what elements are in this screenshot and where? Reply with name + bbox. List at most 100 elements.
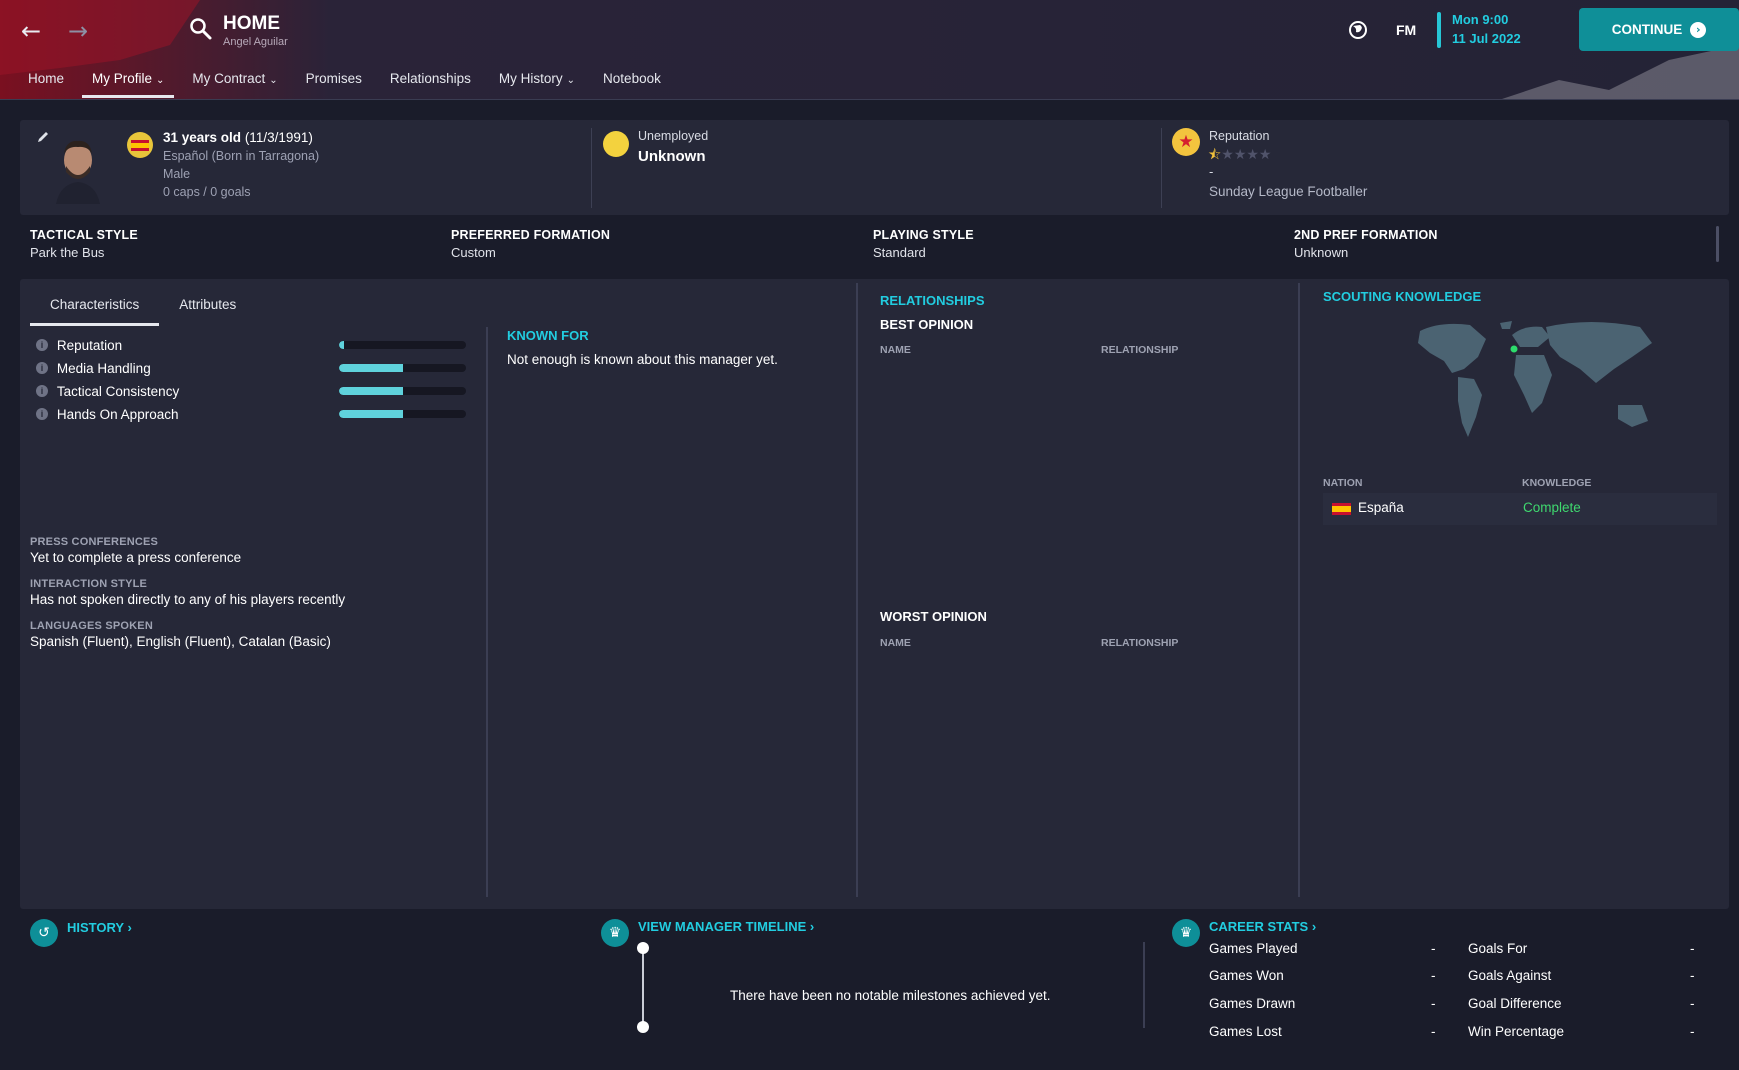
timeline-dot: [637, 942, 649, 954]
characteristic-bar: [339, 410, 466, 418]
column-knowledge: KNOWLEDGE: [1522, 477, 1592, 489]
second-pref-value: Unknown: [1294, 245, 1349, 260]
info-icon[interactable]: i: [36, 362, 48, 374]
stat-label: Games Played: [1209, 941, 1298, 956]
tab-home[interactable]: Home: [18, 66, 74, 98]
characteristic-name: Tactical Consistency: [56, 383, 180, 399]
tab-attributes[interactable]: Attributes: [159, 289, 256, 326]
info-icon[interactable]: i: [36, 408, 48, 420]
preferred-formation: PREFERRED FORMATION Custom: [451, 228, 610, 260]
nationality: Español (Born in Tarragona): [163, 149, 320, 163]
tab-my-contract[interactable]: My Contract ⌄: [182, 66, 287, 98]
stat-label: Goal Difference: [1468, 996, 1562, 1011]
forward-arrow-icon[interactable]: →: [65, 18, 91, 44]
history-label: HISTORY: [67, 920, 124, 935]
stat-label: Goals For: [1468, 941, 1528, 956]
reputation-label: Reputation: [1209, 129, 1270, 143]
chevron-down-icon: ⌄: [156, 75, 165, 86]
bar-fill: [339, 364, 403, 372]
caps-goals: 0 caps / 0 goals: [163, 185, 251, 199]
column-relationship: RELATIONSHIP: [1101, 344, 1179, 356]
manager-timeline-link[interactable]: VIEW MANAGER TIMELINE ›: [638, 919, 814, 934]
tab-characteristics[interactable]: Characteristics: [30, 289, 160, 326]
timeline-line: [642, 948, 644, 1028]
characteristic-row: i Hands On Approach: [36, 404, 466, 424]
tab-relationships[interactable]: Relationships: [380, 66, 481, 98]
star-icon: ★: [1172, 128, 1200, 156]
search-icon[interactable]: [188, 16, 214, 42]
globe-icon[interactable]: [1347, 19, 1369, 41]
reputation-level: Sunday League Footballer: [1209, 184, 1368, 199]
date-of-birth: (11/3/1991): [244, 130, 313, 145]
scrollbar[interactable]: [1716, 226, 1719, 262]
table-row[interactable]: España Complete: [1323, 493, 1717, 525]
stat-label: Goals Against: [1468, 968, 1552, 983]
characteristic-row: i Tactical Consistency: [36, 381, 466, 401]
press-conferences-value: Yet to complete a press conference: [30, 550, 242, 565]
relationships-title: RELATIONSHIPS: [880, 293, 985, 308]
career-stats-link[interactable]: CAREER STATS ›: [1209, 919, 1316, 934]
timeline-dot: [637, 1021, 649, 1033]
chevron-down-icon: ⌄: [566, 75, 576, 86]
chevron-down-icon: ⌄: [269, 75, 278, 86]
playing-style: PLAYING STYLE Standard: [873, 228, 974, 260]
second-pref-formation: 2ND PREF FORMATION Unknown: [1294, 228, 1438, 260]
stat-value: -: [1690, 1024, 1695, 1039]
history-link[interactable]: HISTORY ›: [67, 920, 132, 935]
nation-name: España: [1358, 500, 1404, 515]
preferred-formation-heading: PREFERRED FORMATION: [451, 228, 611, 242]
stat-value: -: [1431, 996, 1436, 1011]
divider: [1298, 283, 1300, 897]
characteristic-bar: [339, 387, 466, 395]
back-arrow-icon[interactable]: ←: [18, 18, 44, 44]
trophy-icon: ♛: [601, 919, 629, 947]
fm-logo[interactable]: FM: [1396, 22, 1416, 38]
tactical-style-heading: TACTICAL STYLE: [30, 228, 138, 242]
trophy-icon: ♛: [1172, 919, 1200, 947]
sub-tabs: Characteristics Attributes: [30, 289, 256, 326]
page-subtitle: Angel Aguilar: [223, 36, 288, 48]
tab-my-history[interactable]: My History ⌄: [489, 66, 585, 98]
age-dob: 31 years old (11/3/1991): [163, 130, 313, 145]
tab-promises[interactable]: Promises: [296, 66, 372, 98]
game-time: Mon 9:00: [1452, 12, 1509, 27]
status-icon: [603, 131, 629, 157]
continue-button[interactable]: CONTINUE ›: [1579, 8, 1739, 51]
known-for-title: KNOWN FOR: [507, 328, 589, 343]
reputation-stars: ⯪★★★★: [1208, 147, 1272, 163]
top-bar: ← → HOME Angel Aguilar Home My Profile ⌄ …: [0, 0, 1739, 100]
tab-my-profile[interactable]: My Profile ⌄: [82, 66, 175, 98]
best-opinion-heading: BEST OPINION: [880, 317, 974, 332]
known-for-text: Not enough is known about this manager y…: [507, 352, 778, 367]
stat-value: -: [1431, 1024, 1436, 1039]
info-icon[interactable]: i: [36, 339, 48, 351]
history-icon: ↺: [30, 919, 58, 947]
languages-heading: LANGUAGES SPOKEN: [30, 620, 153, 632]
bar-fill: [339, 341, 345, 349]
stat-label: Games Lost: [1209, 1024, 1282, 1039]
stat-label: Games Won: [1209, 968, 1284, 983]
timeline-label: VIEW MANAGER TIMELINE: [638, 919, 807, 934]
stat-value: -: [1690, 941, 1695, 956]
playing-style-heading: PLAYING STYLE: [873, 228, 974, 242]
column-nation: NATION: [1323, 477, 1363, 489]
tab-notebook[interactable]: Notebook: [593, 66, 671, 98]
avatar: [56, 140, 100, 204]
interaction-style-value: Has not spoken directly to any of his pl…: [30, 592, 346, 607]
divider: [591, 128, 592, 208]
divider: [856, 283, 858, 897]
column-relationship: RELATIONSHIP: [1101, 637, 1179, 649]
info-icon[interactable]: i: [36, 385, 48, 397]
bar-fill: [339, 410, 403, 418]
pencil-icon[interactable]: [36, 130, 50, 144]
profile-strip: 31 years old (11/3/1991) Español (Born i…: [20, 120, 1729, 215]
page-title: HOME: [223, 13, 280, 34]
press-conferences-heading: PRESS CONFERENCES: [30, 536, 159, 548]
stat-label: Games Drawn: [1209, 996, 1296, 1011]
playing-style-value: Standard: [873, 245, 926, 260]
second-pref-heading: 2ND PREF FORMATION: [1294, 228, 1438, 242]
date-accent-bar: [1437, 12, 1441, 48]
characteristic-row: i Media Handling: [36, 358, 466, 378]
stat-value: -: [1431, 941, 1436, 956]
gender: Male: [163, 167, 191, 181]
